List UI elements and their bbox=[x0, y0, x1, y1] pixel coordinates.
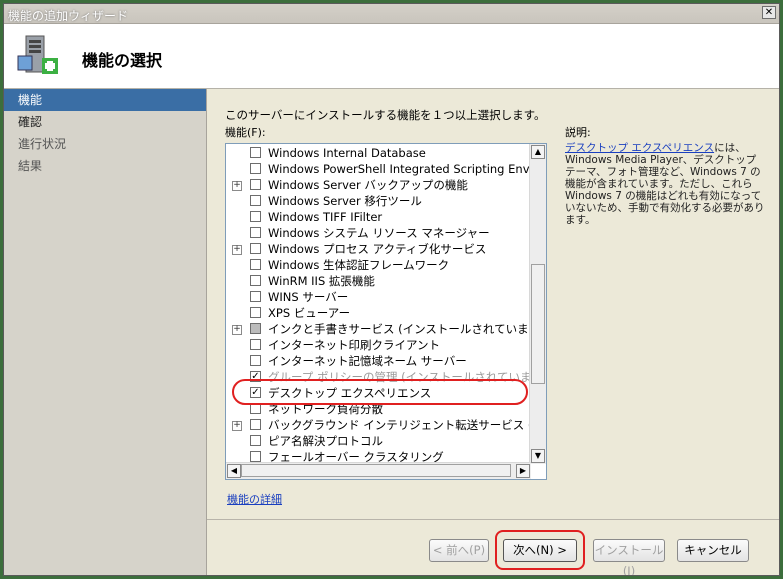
next-highlight-annotation bbox=[495, 530, 585, 570]
feature-label: WINS サーバー bbox=[268, 290, 349, 304]
expand-plus-icon[interactable]: + bbox=[232, 325, 242, 335]
feature-label: Windows Server 移行ツール bbox=[268, 194, 422, 208]
feature-checkbox[interactable] bbox=[250, 211, 261, 222]
feature-label: インターネット記憶域ネーム サーバー bbox=[268, 354, 467, 368]
description-text: デスクトップ エクスペリエンスには、Windows Media Player、デ… bbox=[565, 142, 765, 226]
wizard-window: 機能の追加ウィザード ✕ 機能の選択 機能 確認 進行状況 結果 このサーバーに… bbox=[3, 3, 780, 576]
feature-checkbox[interactable]: ✓ bbox=[250, 371, 261, 382]
feature-label: ピア名解決プロトコル bbox=[268, 434, 383, 448]
feature-label: Windows システム リソース マネージャー bbox=[268, 226, 490, 240]
feature-checkbox[interactable] bbox=[250, 419, 261, 430]
feature-checkbox[interactable] bbox=[250, 307, 261, 318]
feature-label: Windows プロセス アクティブ化サービス bbox=[268, 242, 487, 256]
feature-checkbox[interactable] bbox=[250, 291, 261, 302]
install-button[interactable]: インストール(I) bbox=[593, 539, 665, 575]
wizard-header: 機能の選択 bbox=[4, 24, 779, 89]
description-label: 説明: bbox=[565, 126, 591, 139]
feature-checkbox[interactable] bbox=[250, 195, 261, 206]
feature-checkbox[interactable] bbox=[250, 147, 261, 158]
expand-plus-icon[interactable]: + bbox=[232, 245, 242, 255]
button-separator bbox=[207, 519, 779, 520]
horizontal-scrollbar[interactable]: ◀ ▶ bbox=[226, 462, 531, 479]
scroll-down-icon[interactable]: ▼ bbox=[531, 449, 545, 463]
feature-checkbox[interactable]: ✓ bbox=[250, 387, 261, 398]
server-add-icon bbox=[17, 35, 58, 74]
feature-checkbox[interactable] bbox=[250, 323, 261, 334]
page-title: 機能の選択 bbox=[82, 51, 163, 70]
feature-label: XPS ビューアー bbox=[268, 306, 351, 320]
features-tree[interactable]: フェールオーバー クラスタリング ピア名解決プロトコル + バックグラウンド インテリ… bbox=[225, 143, 547, 480]
feature-checkbox[interactable] bbox=[250, 227, 261, 238]
cancel-button[interactable]: キャンセル bbox=[677, 539, 749, 562]
hscroll-thumb[interactable] bbox=[241, 464, 511, 477]
feature-checkbox[interactable] bbox=[250, 435, 261, 446]
step-confirm[interactable]: 確認 bbox=[4, 111, 206, 133]
feature-label: WinRM IIS 拡張機能 bbox=[268, 274, 375, 288]
intro-text: このサーバーにインストールする機能を１つ以上選択します。 bbox=[225, 108, 546, 122]
features-label: 機能(F): bbox=[225, 126, 266, 139]
description-body: には、Windows Media Player、デスクトップ テーマ、フォト管理… bbox=[565, 142, 765, 226]
scroll-left-icon[interactable]: ◀ bbox=[227, 464, 241, 478]
feature-label: Windows TIFF IFilter bbox=[268, 210, 383, 224]
expand-plus-icon[interactable]: + bbox=[232, 181, 242, 191]
feature-label: バックグラウンド インテリジェント転送サービス (BITS) bbox=[268, 418, 547, 432]
feature-checkbox[interactable] bbox=[250, 339, 261, 350]
feature-label: Windows 生体認証フレームワーク bbox=[268, 258, 450, 272]
feature-checkbox[interactable] bbox=[250, 243, 261, 254]
close-button[interactable]: ✕ bbox=[762, 6, 776, 19]
step-results: 結果 bbox=[18, 159, 43, 173]
step-progress: 進行状況 bbox=[18, 137, 67, 151]
window-title: 機能の追加ウィザード bbox=[8, 9, 129, 23]
scroll-up-icon[interactable]: ▲ bbox=[531, 145, 545, 159]
feature-label: Windows Server バックアップの機能 bbox=[268, 178, 468, 192]
prev-button[interactable]: < 前へ(P) bbox=[429, 539, 489, 562]
feature-checkbox[interactable] bbox=[250, 163, 261, 174]
scroll-thumb[interactable] bbox=[531, 264, 545, 384]
feature-label: デスクトップ エクスペリエンス bbox=[268, 386, 432, 400]
wizard-steps: 機能 確認 進行状況 結果 bbox=[4, 89, 206, 575]
scroll-right-icon[interactable]: ▶ bbox=[516, 464, 530, 478]
description-link[interactable]: デスクトップ エクスペリエンス bbox=[565, 142, 714, 154]
wizard-content: このサーバーにインストールする機能を１つ以上選択します。 機能(F): 説明: … bbox=[207, 89, 779, 575]
feature-label: ネットワーク負荷分散 bbox=[268, 402, 383, 416]
feature-label: インクと手書きサービス (インストールされています) bbox=[268, 322, 545, 336]
feature-checkbox[interactable] bbox=[250, 451, 261, 462]
feature-checkbox[interactable] bbox=[250, 179, 261, 190]
feature-checkbox[interactable] bbox=[250, 403, 261, 414]
feature-label: Windows PowerShell Integrated Scripting … bbox=[268, 162, 546, 176]
feature-checkbox[interactable] bbox=[250, 275, 261, 286]
expand-plus-icon[interactable]: + bbox=[232, 421, 242, 431]
step-features[interactable]: 機能 bbox=[4, 89, 206, 111]
feature-label: グループ ポリシーの管理 (インストールされています) bbox=[268, 370, 547, 384]
feature-checkbox[interactable] bbox=[250, 355, 261, 366]
title-bar[interactable]: 機能の追加ウィザード ✕ bbox=[4, 4, 779, 24]
vertical-scrollbar[interactable]: ▲ ▼ bbox=[529, 144, 546, 464]
feature-details-link[interactable]: 機能の詳細 bbox=[227, 491, 282, 507]
feature-label: Windows Internal Database bbox=[268, 146, 426, 160]
feature-checkbox[interactable] bbox=[250, 259, 261, 270]
feature-label: インターネット印刷クライアント bbox=[268, 338, 441, 352]
